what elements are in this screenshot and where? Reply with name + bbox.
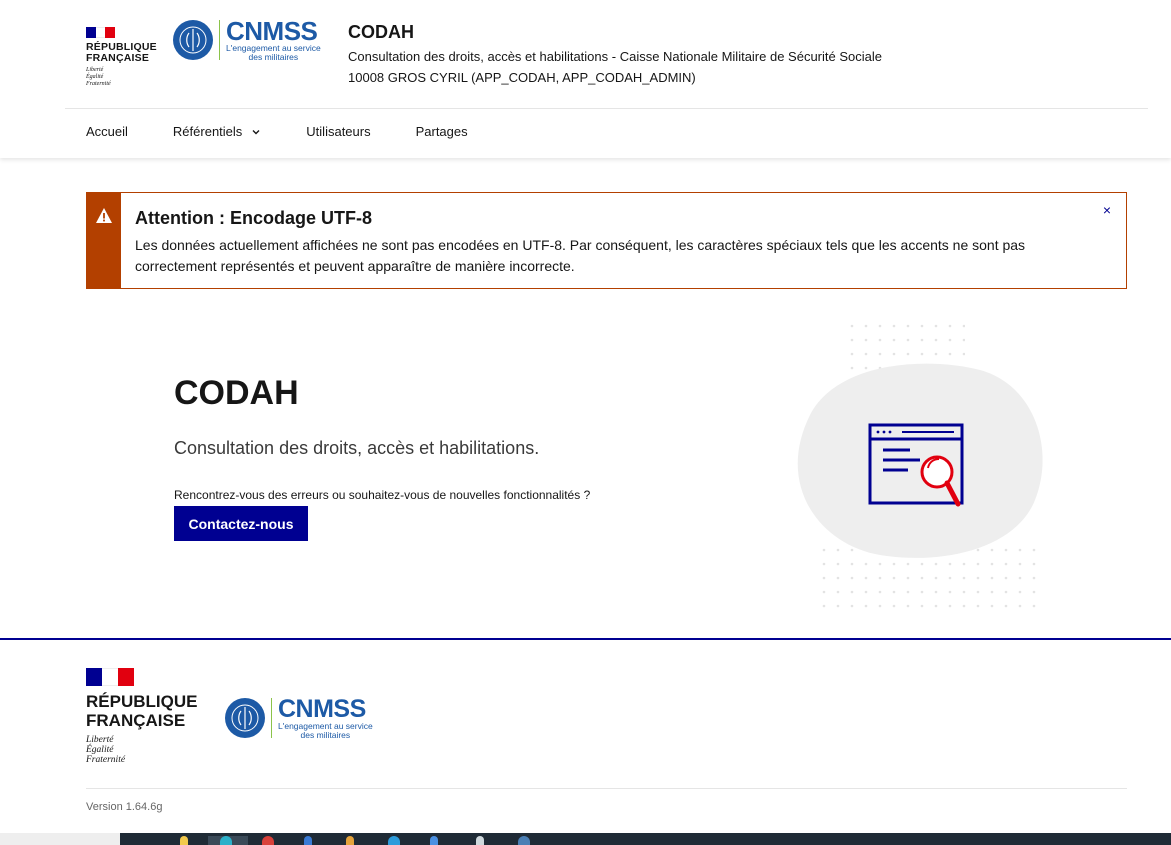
close-icon[interactable]: × [1100,203,1114,217]
site-header: RÉPUBLIQUE FRANÇAISE Liberté Égalité Fra… [0,0,1171,158]
service-info: CODAH Consultation des droits, accès et … [348,22,882,85]
taskbar-strip [120,833,1171,845]
alert-title: Attention : Encodage UTF-8 [135,208,372,228]
footer-republique-francaise-logo[interactable]: RÉPUBLIQUE FRANÇAISE Liberté Égalité Fra… [86,668,197,765]
taskbar-app-icon[interactable] [180,836,188,845]
footer-cnmss-name: CNMSS [278,695,366,723]
nav-item-accueil[interactable]: Accueil [86,124,128,139]
cnmss-separator [271,698,272,738]
taskbar-app-icon[interactable] [430,836,438,845]
footer-cnmss-tagline-2: des militaires [300,730,351,740]
footer-republique-label-2: FRANÇAISE [86,711,186,730]
taskbar-app-icon[interactable] [220,836,232,845]
alert-text: Les données actuellement affichées ne so… [135,237,1026,274]
site-footer: RÉPUBLIQUE FRANÇAISE Liberté Égalité Fra… [0,638,1171,833]
header-top: RÉPUBLIQUE FRANÇAISE Liberté Égalité Fra… [0,0,1171,108]
marianne-flag-icon [86,668,134,686]
contact-button[interactable]: Contactez-nous [174,506,308,541]
hero-subtitle: Consultation des droits, accès et habili… [174,438,540,458]
chevron-down-icon [252,129,260,134]
cnmss-emblem-icon [173,20,213,60]
footer-cnmss-logo[interactable]: CNMSS L'engagement au service des milita… [225,696,373,740]
taskbar-app-icon[interactable] [476,836,484,845]
republique-label-2: FRANÇAISE [86,52,150,64]
service-tagline: Consultation des droits, accès et habili… [348,49,882,64]
os-taskbar [0,833,1171,845]
taskbar-app-icon[interactable] [518,836,530,845]
devise: Liberté Égalité Fraternité [86,67,111,87]
cnmss-name: CNMSS [226,16,318,46]
hero-title: CODAH [174,374,299,412]
cnmss-emblem-icon [225,698,265,738]
main-nav: Accueil Référentiels Utilisateurs Partag… [86,124,513,139]
nav-item-utilisateurs[interactable]: Utilisateurs [306,124,370,139]
taskbar-app-icon[interactable] [304,836,312,845]
current-user: 10008 GROS CYRIL (APP_CODAH, APP_CODAH_A… [348,70,696,85]
hero-question: Rencontrez-vous des erreurs ou souhaitez… [174,488,591,502]
cnmss-separator [219,20,220,60]
republique-francaise-logo[interactable]: RÉPUBLIQUE FRANÇAISE Liberté Égalité Fra… [86,27,176,88]
footer-devise: Liberté Égalité Fraternité [86,735,126,765]
marianne-flag-icon [86,27,116,38]
service-title[interactable]: CODAH [348,22,882,43]
footer-divider [86,788,1127,789]
warning-icon [96,208,112,223]
cnmss-tagline-2: des militaires [248,52,299,62]
taskbar-app-icon[interactable] [388,836,400,845]
alert-bar [87,193,121,288]
header-divider [65,108,1148,109]
search-document-illustration [797,315,1043,615]
utf8-warning-alert: Attention : Encodage UTF-8 Les données a… [86,192,1127,289]
footer-republique-label-1: RÉPUBLIQUE [86,692,198,711]
cnmss-logo[interactable]: CNMSS L'engagement au service des milita… [173,18,321,62]
taskbar-app-icon[interactable] [346,836,354,845]
taskbar-app-icon[interactable] [262,836,274,845]
nav-item-referentiels[interactable]: Référentiels [173,124,261,139]
app-version: Version 1.64.6g [86,801,163,813]
nav-item-partages[interactable]: Partages [416,124,468,139]
